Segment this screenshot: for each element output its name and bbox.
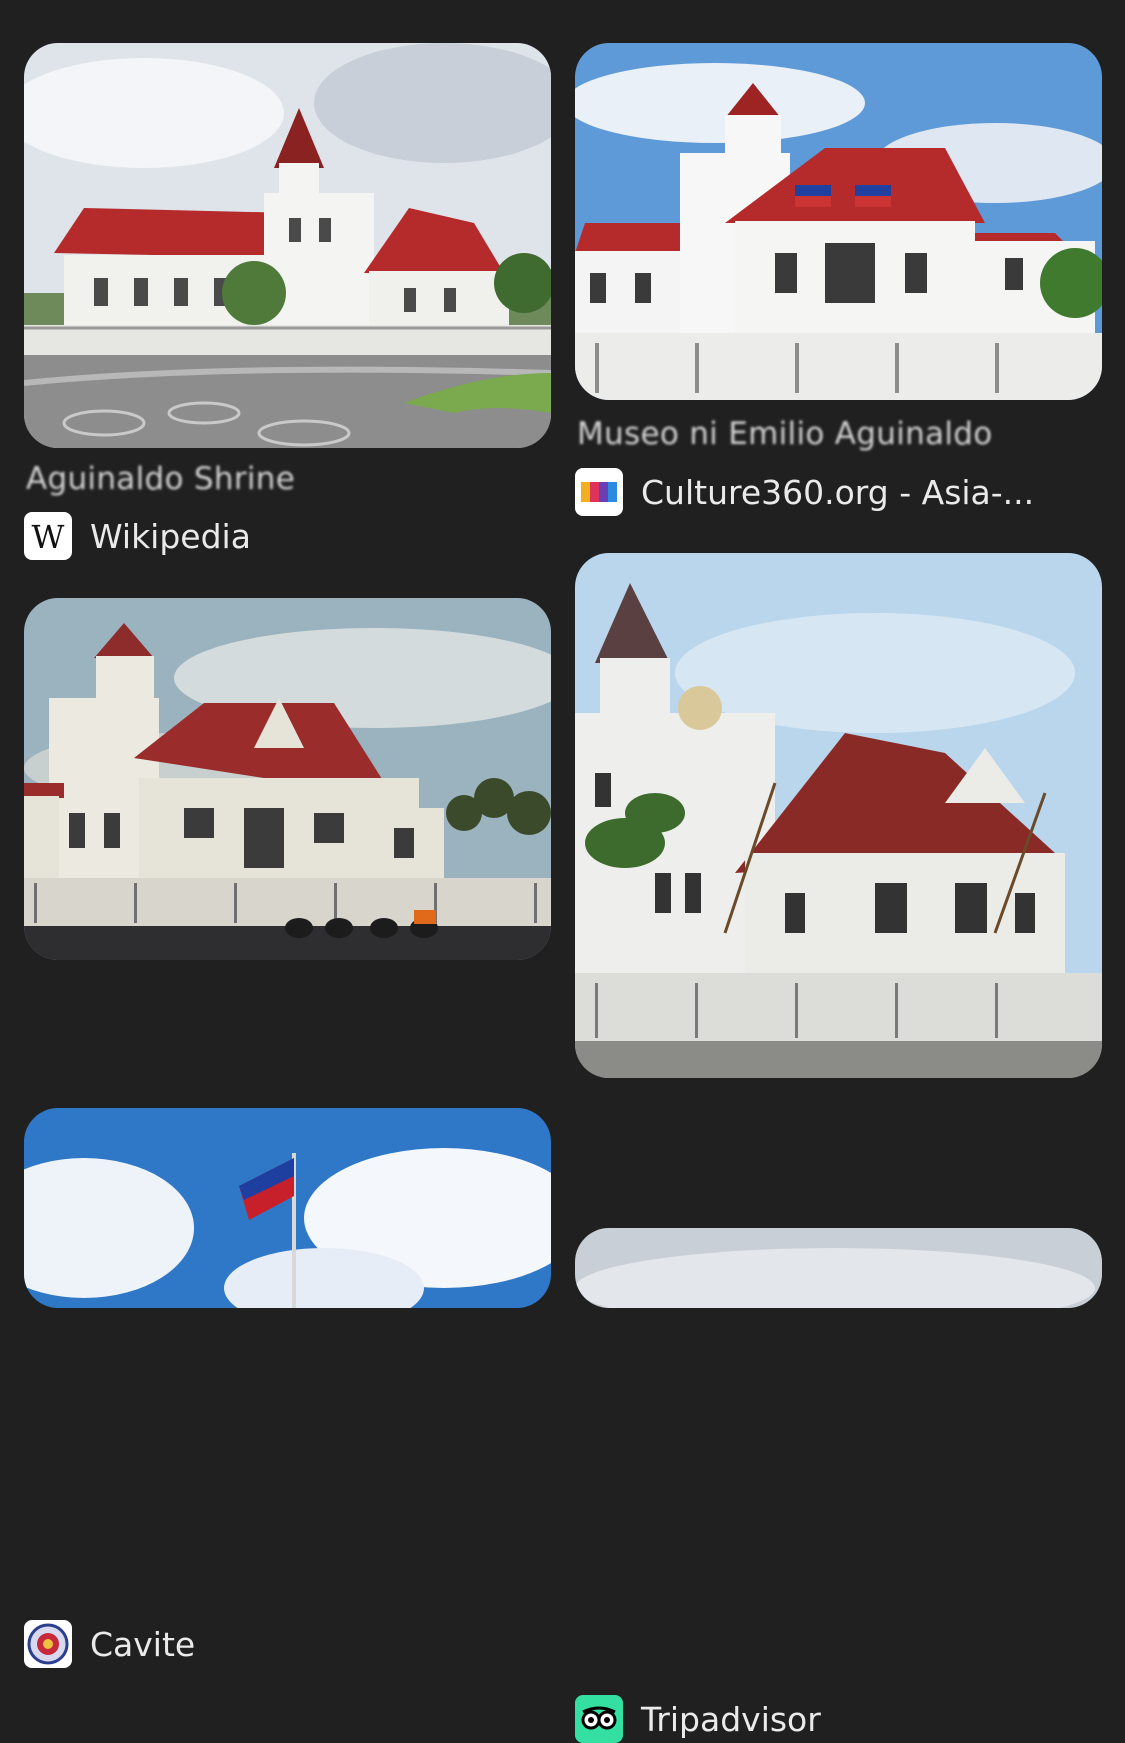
source-row[interactable]: Culture360.org - Asia-...: [575, 468, 1034, 516]
shrine-image-3[interactable]: [24, 598, 551, 960]
svg-text:W: W: [32, 518, 65, 556]
source-label: Cavite: [90, 1624, 196, 1664]
source-label: Wikipedia: [90, 516, 251, 556]
shrine-image-1[interactable]: [24, 43, 551, 448]
result-title[interactable]: Aguinaldo Shrine: [26, 461, 546, 497]
source-label: Culture360.org - Asia-...: [641, 472, 1035, 512]
source-row[interactable]: Tripadvisor: [575, 1695, 821, 1743]
wikipedia-w-icon: W: [24, 512, 72, 560]
source-row[interactable]: W Wikipedia: [24, 512, 251, 560]
result-title[interactable]: Museo ni Emilio Aguinaldo: [577, 416, 1097, 452]
sky-image[interactable]: [575, 1228, 1102, 1308]
source-label: Tripadvisor: [641, 1699, 821, 1739]
flag-image[interactable]: [24, 1108, 551, 1308]
cavite-seal-icon: [24, 1620, 72, 1668]
shrine-image-2[interactable]: [575, 43, 1102, 400]
shrine-image-4[interactable]: [575, 553, 1102, 1078]
source-row[interactable]: Cavite: [24, 1620, 195, 1668]
tripadvisor-owl-icon: [575, 1695, 623, 1743]
culture360-icon: [575, 468, 623, 516]
